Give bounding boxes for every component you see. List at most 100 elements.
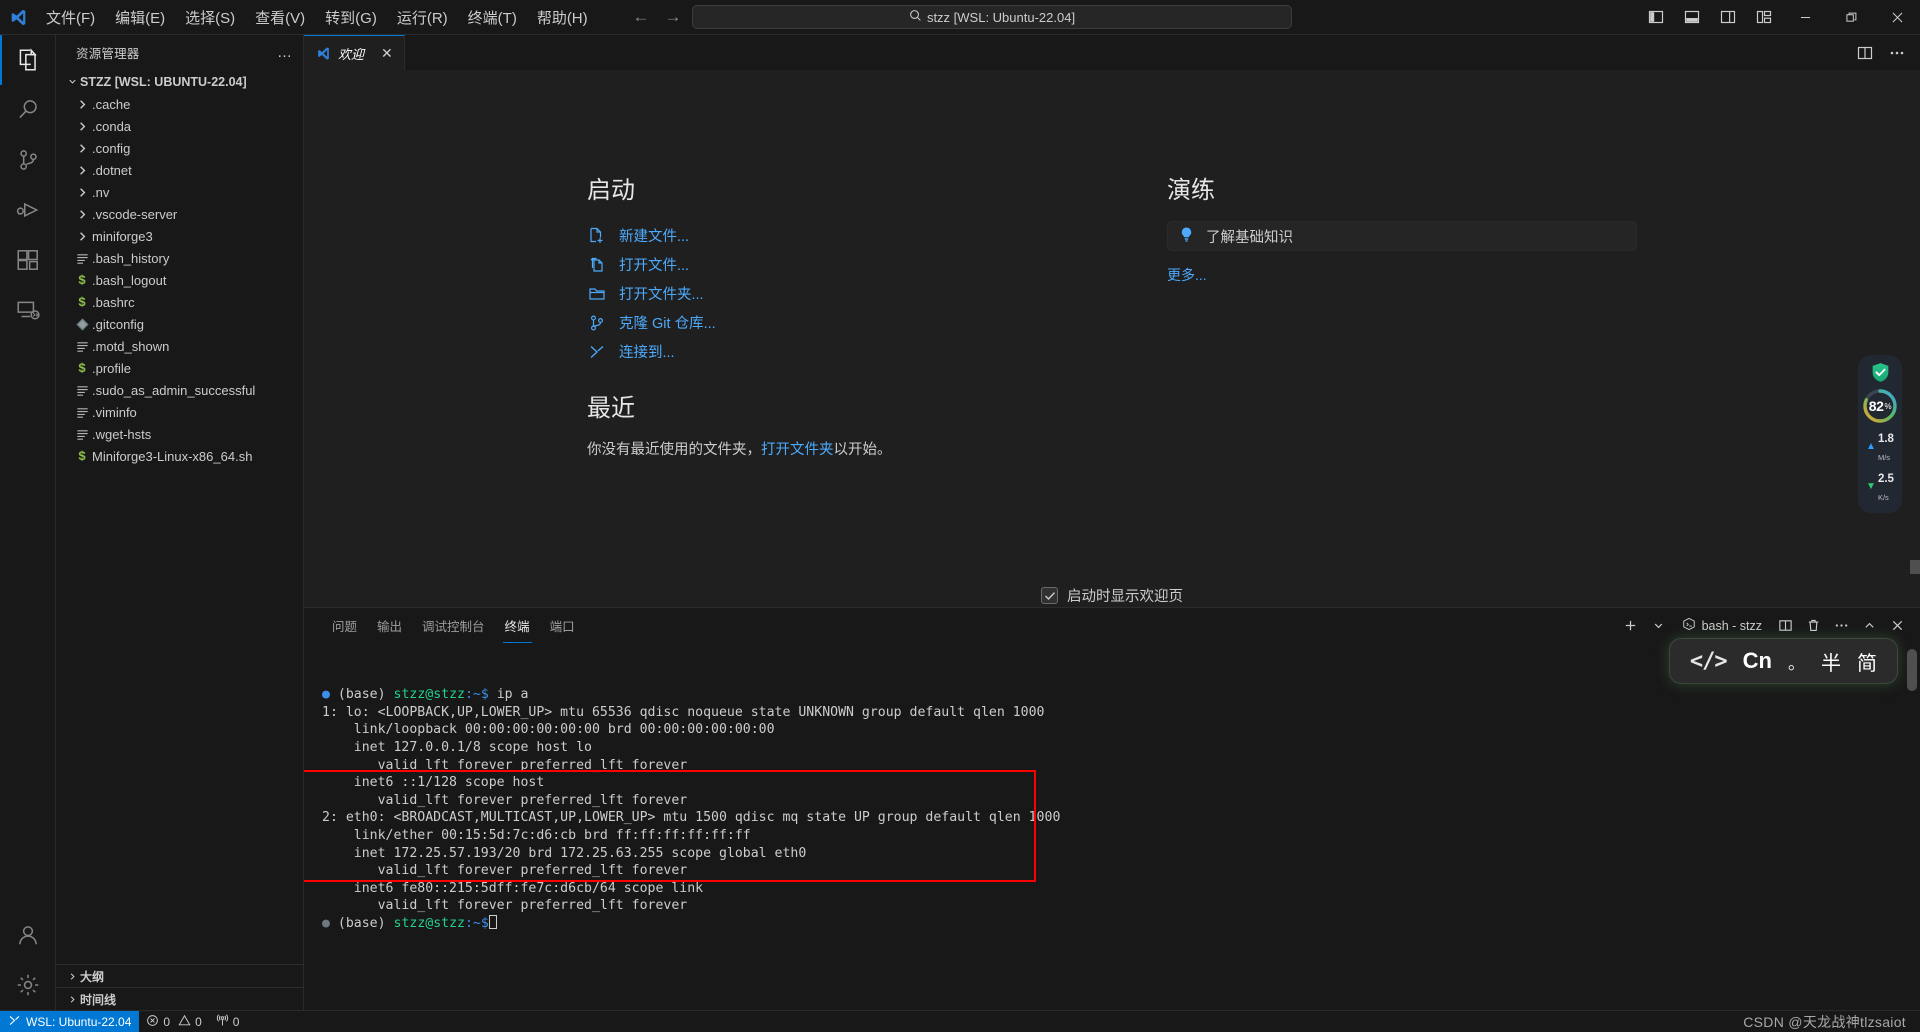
sidebar-section-outline[interactable]: 大纲 bbox=[56, 964, 303, 987]
file-tree-row[interactable]: $ .profile bbox=[56, 357, 303, 379]
file-name-label: .profile bbox=[92, 360, 132, 376]
new-terminal-dropdown-icon[interactable] bbox=[1646, 613, 1672, 639]
sidebar-more-actions-icon[interactable]: … bbox=[277, 44, 293, 61]
file-tree-row[interactable]: .vscode-server bbox=[56, 203, 303, 225]
terminal-output-line: valid_lft forever preferred_lft forever bbox=[322, 863, 688, 879]
walkthrough-card-basics[interactable]: 了解基础知识 bbox=[1167, 221, 1637, 251]
menu-run[interactable]: 运行(R) bbox=[387, 0, 458, 34]
terminal-tab-bash[interactable]: bash - stzz bbox=[1674, 614, 1770, 638]
file-tree-row[interactable]: .gitconfig bbox=[56, 313, 303, 335]
status-ports[interactable]: 0 bbox=[209, 1011, 247, 1032]
editor-more-actions-icon[interactable] bbox=[1882, 35, 1912, 70]
navigate-forward-icon[interactable]: → bbox=[660, 7, 686, 27]
maximize-panel-icon[interactable] bbox=[1856, 613, 1882, 639]
quick-input-search[interactable]: stzz [WSL: Ubuntu-22.04] bbox=[692, 5, 1292, 29]
tab-debug-console[interactable]: 调试控制台 bbox=[412, 608, 495, 643]
terminal-output-line: inet6 fe80::215:5dff:fe7c:d6cb/64 scope … bbox=[322, 880, 704, 896]
file-tree-row[interactable]: .motd_shown bbox=[56, 335, 303, 357]
menu-go[interactable]: 转到(G) bbox=[315, 0, 387, 34]
text-file-icon bbox=[72, 405, 92, 420]
terminal-scrollbar[interactable] bbox=[1907, 649, 1917, 691]
window-close-button[interactable] bbox=[1874, 0, 1920, 34]
walkthroughs-more-link[interactable]: 更多... bbox=[1167, 265, 1637, 285]
error-count: 0 bbox=[163, 1014, 171, 1029]
file-tree-row[interactable]: .nv bbox=[56, 181, 303, 203]
sidebar-item-source-control[interactable] bbox=[0, 135, 56, 185]
show-welcome-on-startup-checkbox[interactable] bbox=[1041, 587, 1058, 604]
window-restore-button[interactable] bbox=[1828, 0, 1874, 34]
start-link-open-file[interactable]: 打开文件... bbox=[587, 250, 1047, 279]
menu-help[interactable]: 帮助(H) bbox=[527, 0, 598, 34]
start-link-clone-git[interactable]: 克隆 Git 仓库... bbox=[587, 308, 1047, 337]
status-problems[interactable]: 0 0 bbox=[139, 1011, 208, 1032]
sidebar-item-remote-explorer[interactable] bbox=[0, 285, 56, 335]
terminal-output-line: link/loopback 00:00:00:00:00:00 brd 00:0… bbox=[322, 722, 775, 738]
sidebar-section-timeline[interactable]: 时间线 bbox=[56, 987, 303, 1010]
tab-close-icon[interactable]: ✕ bbox=[381, 45, 393, 62]
file-tree-row[interactable]: $ .bash_logout bbox=[56, 269, 303, 291]
shell-script-icon: $ bbox=[78, 360, 86, 376]
chevron-right-icon bbox=[72, 185, 92, 200]
sidebar-item-extensions[interactable] bbox=[0, 235, 56, 285]
toggle-panel-icon[interactable] bbox=[1674, 0, 1710, 34]
settings-gear-icon[interactable] bbox=[0, 960, 56, 1010]
ime-code-icon[interactable]: </> bbox=[1690, 649, 1728, 674]
sidebar-item-run-debug[interactable] bbox=[0, 185, 56, 235]
new-terminal-button[interactable] bbox=[1618, 613, 1644, 639]
ime-status-bar[interactable]: </> Cn 。 半 简 bbox=[1668, 638, 1898, 684]
file-tree-row[interactable]: .config bbox=[56, 137, 303, 159]
split-editor-icon[interactable] bbox=[1850, 35, 1880, 70]
menu-selection[interactable]: 选择(S) bbox=[175, 0, 245, 34]
accounts-icon[interactable] bbox=[0, 910, 56, 960]
tab-welcome[interactable]: 欢迎 ✕ bbox=[304, 35, 405, 70]
recent-text-before: 你没有最近使用的文件夹， bbox=[587, 442, 761, 458]
terminal-output[interactable]: ● (base) stzz@stzz:~$ ip a 1: lo: <LOOPBA… bbox=[304, 643, 1920, 1010]
kill-terminal-icon[interactable] bbox=[1800, 613, 1826, 639]
tab-terminal[interactable]: 终端 bbox=[495, 608, 540, 643]
file-tree-row[interactable]: .viminfo bbox=[56, 401, 303, 423]
file-tree-row[interactable]: .sudo_as_admin_successful bbox=[56, 379, 303, 401]
navigate-back-icon[interactable]: ← bbox=[628, 7, 654, 27]
editor-edge-scrollbar[interactable] bbox=[1910, 560, 1920, 574]
file-tree-row[interactable]: .wget-hsts bbox=[56, 423, 303, 445]
start-link-new-file[interactable]: 新建文件... bbox=[587, 221, 1047, 250]
status-remote-indicator[interactable]: WSL: Ubuntu-22.04 bbox=[0, 1011, 140, 1032]
workspace-root-row[interactable]: STZZ [WSL: UBUNTU-22.04] bbox=[56, 70, 303, 93]
window-minimize-button[interactable] bbox=[1782, 0, 1828, 34]
tab-ports[interactable]: 端口 bbox=[540, 608, 585, 643]
ime-language-mode[interactable]: Cn bbox=[1743, 648, 1772, 674]
recent-open-folder-link[interactable]: 打开文件夹 bbox=[761, 442, 834, 458]
menu-edit[interactable]: 编辑(E) bbox=[105, 0, 175, 34]
menu-view[interactable]: 查看(V) bbox=[245, 0, 315, 34]
menu-file[interactable]: 文件(F) bbox=[36, 0, 105, 34]
show-welcome-on-startup-label[interactable]: 启动时显示欢迎页 bbox=[1067, 585, 1183, 606]
start-link-open-folder[interactable]: 打开文件夹... bbox=[587, 279, 1047, 308]
file-tree-row[interactable]: .cache bbox=[56, 93, 303, 115]
file-tree-row[interactable]: .bash_history bbox=[56, 247, 303, 269]
menu-terminal[interactable]: 终端(T) bbox=[458, 0, 527, 34]
customize-layout-icon[interactable] bbox=[1746, 0, 1782, 34]
file-tree-row[interactable]: miniforge3 bbox=[56, 225, 303, 247]
ime-punctuation-mode[interactable]: 。 bbox=[1788, 649, 1805, 674]
start-link-connect-to[interactable]: 连接到... bbox=[587, 337, 1047, 366]
file-tree-row[interactable]: .dotnet bbox=[56, 159, 303, 181]
ime-width-mode[interactable]: 半 bbox=[1821, 647, 1841, 676]
split-terminal-icon[interactable] bbox=[1772, 613, 1798, 639]
download-value: 2.5 bbox=[1877, 473, 1894, 485]
error-icon bbox=[146, 1014, 159, 1030]
ime-script-mode[interactable]: 简 bbox=[1857, 647, 1877, 676]
toggle-secondary-sidebar-icon[interactable] bbox=[1710, 0, 1746, 34]
file-tree-row[interactable]: .conda bbox=[56, 115, 303, 137]
file-tree-row[interactable]: $ Miniforge3-Linux-x86_64.sh bbox=[56, 445, 303, 467]
terminal-output-line: valid_lft forever preferred_lft forever bbox=[322, 898, 688, 914]
tab-output[interactable]: 输出 bbox=[367, 608, 412, 643]
network-monitor-widget[interactable]: 82% ▲ 1.8 M/s ▼ 2.5 K/s bbox=[1858, 355, 1902, 513]
close-panel-icon[interactable] bbox=[1884, 613, 1910, 639]
shell-script-icon: $ bbox=[78, 448, 86, 464]
sidebar-item-search[interactable] bbox=[0, 85, 56, 135]
panel-more-actions-icon[interactable] bbox=[1828, 613, 1854, 639]
toggle-primary-sidebar-icon[interactable] bbox=[1638, 0, 1674, 34]
tab-problems[interactable]: 问题 bbox=[322, 608, 367, 643]
sidebar-item-explorer[interactable] bbox=[0, 35, 56, 85]
file-tree-row[interactable]: $ .bashrc bbox=[56, 291, 303, 313]
